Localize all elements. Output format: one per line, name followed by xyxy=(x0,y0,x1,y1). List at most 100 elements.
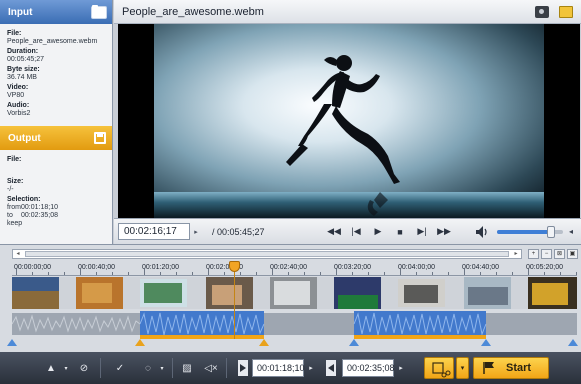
marker-selection-start[interactable] xyxy=(135,339,145,346)
ruler-tick-label: 00:05:20;00 xyxy=(526,264,563,271)
ruler-minor-tick xyxy=(128,272,129,275)
time-step-arrow-icon[interactable]: ▸ xyxy=(190,223,202,240)
comment-icon[interactable]: ◌ xyxy=(138,358,158,378)
previous-frame-icon[interactable]: |◀ xyxy=(347,224,365,240)
input-header[interactable]: Input xyxy=(0,0,112,24)
scroll-left-icon[interactable]: ◂ xyxy=(13,250,23,258)
output-header-label: Output xyxy=(8,132,41,144)
cut-end-icon[interactable] xyxy=(324,358,338,378)
open-snapshots-folder-icon[interactable] xyxy=(559,5,573,18)
ruler-minor-tick xyxy=(384,272,385,275)
open-folder-icon[interactable] xyxy=(92,4,106,18)
zoom-in-icon[interactable]: + xyxy=(528,249,539,259)
ruler-minor-tick xyxy=(576,272,577,275)
cut-end-field[interactable]: 00:02:35;08 xyxy=(342,359,395,377)
playhead[interactable] xyxy=(228,261,240,339)
selection-to: to 00:02:35;08 xyxy=(7,212,105,220)
timeline: ◂ ▸ + − ⊠ ▣ 00:00:00;00 00:00:40;00 00:01:… xyxy=(0,244,581,352)
cut-end-step-icon[interactable]: ▸ xyxy=(396,358,406,378)
ruler-minor-tick xyxy=(176,272,177,275)
timeline-scrollbar[interactable]: ◂ ▸ xyxy=(12,249,522,259)
audio-waveform[interactable] xyxy=(12,309,577,339)
edit-image-icon[interactable]: ▨ xyxy=(178,358,196,378)
from-value: 00:01:18;10 xyxy=(21,204,58,211)
snapshot-camera-icon[interactable] xyxy=(535,5,549,18)
to-label: to xyxy=(7,212,13,219)
scissors-icon xyxy=(432,362,451,378)
ruler-tick-label: 00:03:20;00 xyxy=(334,264,371,271)
deselect-icon[interactable]: ⊘ xyxy=(74,358,94,378)
input-details: File: People_are_awesome.webm Duration: … xyxy=(0,24,112,122)
volume-icon[interactable] xyxy=(475,225,489,239)
ruler-minor-tick xyxy=(48,272,49,275)
zoom-out-icon[interactable]: − xyxy=(541,249,552,259)
ruler-minor-tick xyxy=(560,272,561,275)
playback-bar: 00:02:16;17 ▸ / 00:05:45;27 ◀◀ |◀ ▶ ■ ▶|… xyxy=(114,218,581,244)
ruler-minor-tick xyxy=(496,272,497,275)
ruler-minor-tick xyxy=(160,272,161,275)
zoom-selection-icon[interactable]: ▣ xyxy=(567,249,578,259)
time-ruler[interactable]: 00:00:00;00 00:00:40;00 00:01:20;00 00:02:0… xyxy=(12,262,577,276)
thumbnail-strip[interactable] xyxy=(12,277,577,309)
bottom-toolbar: ▲ ▾ ⊘ ✓ ◌ ▾ ▨ ◁× 00:01:18;10 ▸ 00:02:35;… xyxy=(0,352,581,384)
mute-icon[interactable]: ◁× xyxy=(202,358,220,378)
ruler-minor-tick xyxy=(256,272,257,275)
playhead-handle[interactable] xyxy=(228,261,240,272)
selection-mode: keep xyxy=(7,220,23,227)
volume-max-icon[interactable]: ◂ xyxy=(569,227,577,237)
video-preview[interactable] xyxy=(118,24,580,218)
cut-start-icon[interactable] xyxy=(236,358,250,378)
ruler-minor-tick xyxy=(432,272,433,275)
ruler-minor-tick xyxy=(320,272,321,275)
audio-codec-label: Audio: xyxy=(7,102,30,109)
ruler-tick-label: 00:00:00;00 xyxy=(14,264,51,271)
volume-slider[interactable] xyxy=(497,225,563,238)
ruler-minor-tick xyxy=(368,272,369,275)
volume-knob[interactable] xyxy=(547,225,556,238)
selection-label: Selection: xyxy=(7,196,41,203)
marker-segment-end[interactable] xyxy=(481,339,491,346)
go-to-end-icon[interactable]: ▶▶ xyxy=(435,224,453,240)
ruler-minor-tick xyxy=(32,272,33,275)
move-up-icon[interactable]: ▲ xyxy=(40,358,62,378)
current-time-field[interactable]: 00:02:16;17 xyxy=(118,223,190,240)
input-header-label: Input xyxy=(8,6,33,18)
ruler-tick-label: 00:02:40;00 xyxy=(270,264,307,271)
next-frame-icon[interactable]: ▶| xyxy=(413,224,431,240)
video-title: People_are_awesome.webm xyxy=(122,5,264,18)
start-label: Start xyxy=(506,362,532,374)
scroll-right-icon[interactable]: ▸ xyxy=(511,250,521,258)
ruler-minor-tick xyxy=(64,272,65,275)
play-icon[interactable]: ▶ xyxy=(369,224,387,240)
stop-icon[interactable]: ■ xyxy=(391,224,409,240)
go-to-start-icon[interactable]: ◀◀ xyxy=(325,224,343,240)
marker-selection-end[interactable] xyxy=(259,339,269,346)
move-up-dropdown-icon[interactable]: ▾ xyxy=(62,358,70,378)
info-panel: Input File: People_are_awesome.webm Dura… xyxy=(0,0,113,244)
output-file-value xyxy=(7,164,105,172)
scroll-thumb[interactable] xyxy=(25,251,509,257)
ruler-minor-tick xyxy=(480,272,481,275)
save-disk-icon[interactable] xyxy=(94,132,106,144)
comment-dropdown-icon[interactable]: ▾ xyxy=(158,358,166,378)
bytesize-label: Byte size: xyxy=(7,66,40,73)
ruler-tick-label: 00:01:20;00 xyxy=(142,264,179,271)
marker-end[interactable] xyxy=(568,339,578,346)
cut-mode-dropdown-icon[interactable]: ▾ xyxy=(456,357,469,379)
video-codec-label: Video: xyxy=(7,84,29,91)
output-header[interactable]: Output xyxy=(0,126,112,150)
start-button[interactable]: Start xyxy=(473,357,549,379)
thumbnail-images xyxy=(12,277,577,309)
zoom-fit-icon[interactable]: ⊠ xyxy=(554,249,565,259)
cut-mode-button[interactable] xyxy=(424,357,454,379)
ruler-minor-tick xyxy=(192,272,193,275)
ruler-minor-tick xyxy=(304,272,305,275)
cut-start-field[interactable]: 00:01:18;10 xyxy=(252,359,305,377)
size-label: Size: xyxy=(7,178,24,185)
marker-start[interactable] xyxy=(7,339,17,346)
cut-start-step-icon[interactable]: ▸ xyxy=(306,358,316,378)
ruler-minor-tick xyxy=(288,272,289,275)
selection-markers xyxy=(0,339,581,351)
thumbs-up-icon[interactable]: ✓ xyxy=(110,358,130,378)
marker-segment-start[interactable] xyxy=(349,339,359,346)
